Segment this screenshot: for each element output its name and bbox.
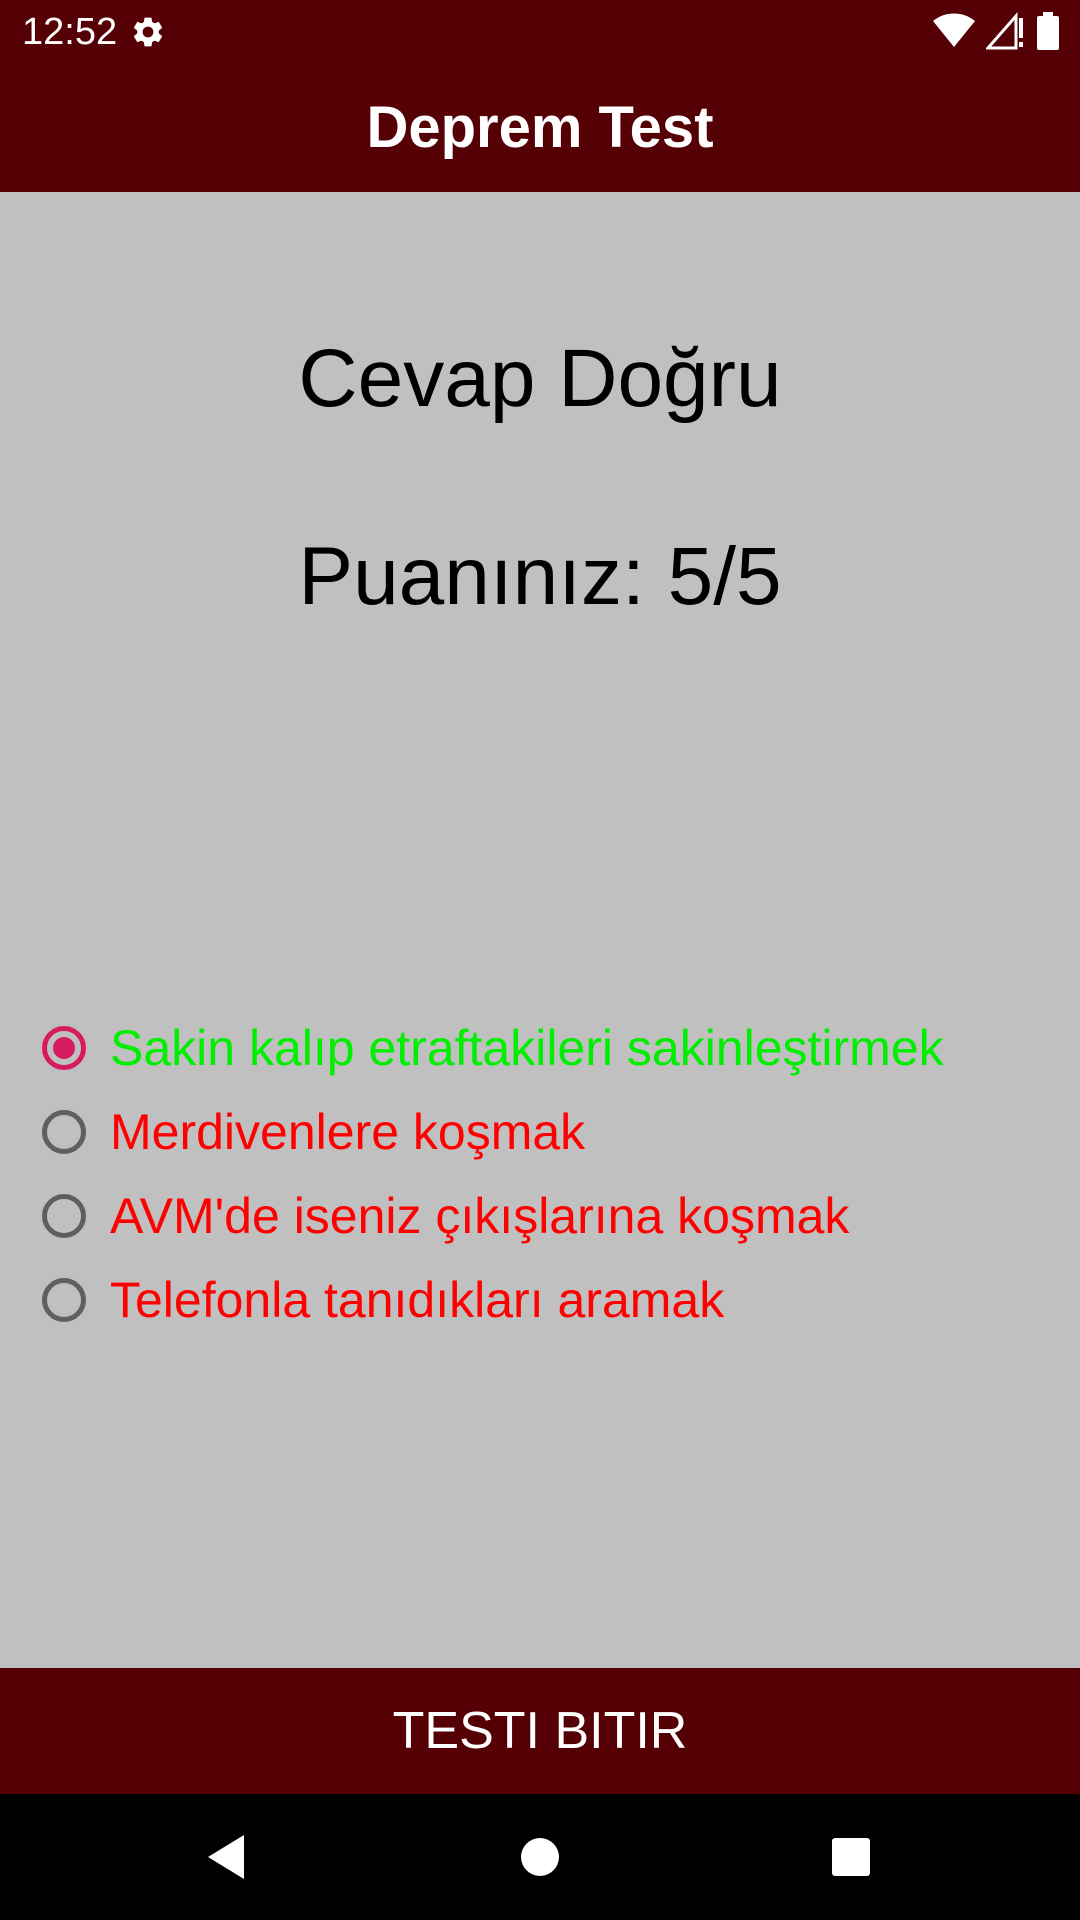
radio-button[interactable] bbox=[42, 1110, 86, 1154]
answer-option[interactable]: Sakin kalıp etraftakileri sakinleştirmek bbox=[38, 1006, 944, 1090]
radio-button[interactable] bbox=[42, 1278, 86, 1322]
answer-option-label[interactable]: AVM'de iseniz çıkışlarına koşmak bbox=[110, 1187, 849, 1245]
radio-button-selected[interactable] bbox=[42, 1026, 86, 1070]
status-time: 12:52 bbox=[22, 11, 118, 53]
answer-option-label[interactable]: Merdivenlere koşmak bbox=[110, 1103, 585, 1161]
back-button[interactable] bbox=[193, 1824, 259, 1890]
status-bar: 12:52 bbox=[0, 0, 1080, 63]
quiz-content: Cevap Doğru Puanınız: 5/5 Sakin kalıp et… bbox=[0, 192, 1080, 1668]
navigation-bar bbox=[0, 1794, 1080, 1920]
battery-icon bbox=[1037, 12, 1059, 50]
score-text: Puanınız: 5/5 bbox=[298, 531, 782, 622]
answer-option[interactable]: Telefonla tanıdıkları aramak bbox=[38, 1258, 944, 1342]
answer-option[interactable]: AVM'de iseniz çıkışlarına koşmak bbox=[38, 1174, 944, 1258]
finish-test-button[interactable]: TESTI BITIR bbox=[0, 1668, 1080, 1794]
status-icons bbox=[932, 12, 1060, 50]
recents-icon bbox=[832, 1838, 870, 1876]
answer-option-label[interactable]: Telefonla tanıdıkları aramak bbox=[110, 1271, 724, 1329]
radio-button[interactable] bbox=[42, 1194, 86, 1238]
radio-dot bbox=[53, 1037, 75, 1059]
answer-radio-group: Sakin kalıp etraftakileri sakinleştirmek… bbox=[38, 1006, 944, 1342]
recents-button[interactable] bbox=[818, 1824, 884, 1890]
app-bar: Deprem Test bbox=[0, 63, 1080, 192]
answer-status-text: Cevap Doğru bbox=[298, 333, 782, 424]
app-title: Deprem Test bbox=[366, 95, 714, 160]
answer-option-label[interactable]: Sakin kalıp etraftakileri sakinleştirmek bbox=[110, 1019, 944, 1077]
gear-icon bbox=[133, 17, 163, 47]
wifi-icon bbox=[933, 13, 975, 47]
cell-signal-icon bbox=[986, 12, 1023, 50]
home-button[interactable] bbox=[507, 1824, 573, 1890]
home-icon bbox=[521, 1838, 559, 1876]
back-icon bbox=[208, 1835, 244, 1879]
answer-option[interactable]: Merdivenlere koşmak bbox=[38, 1090, 944, 1174]
